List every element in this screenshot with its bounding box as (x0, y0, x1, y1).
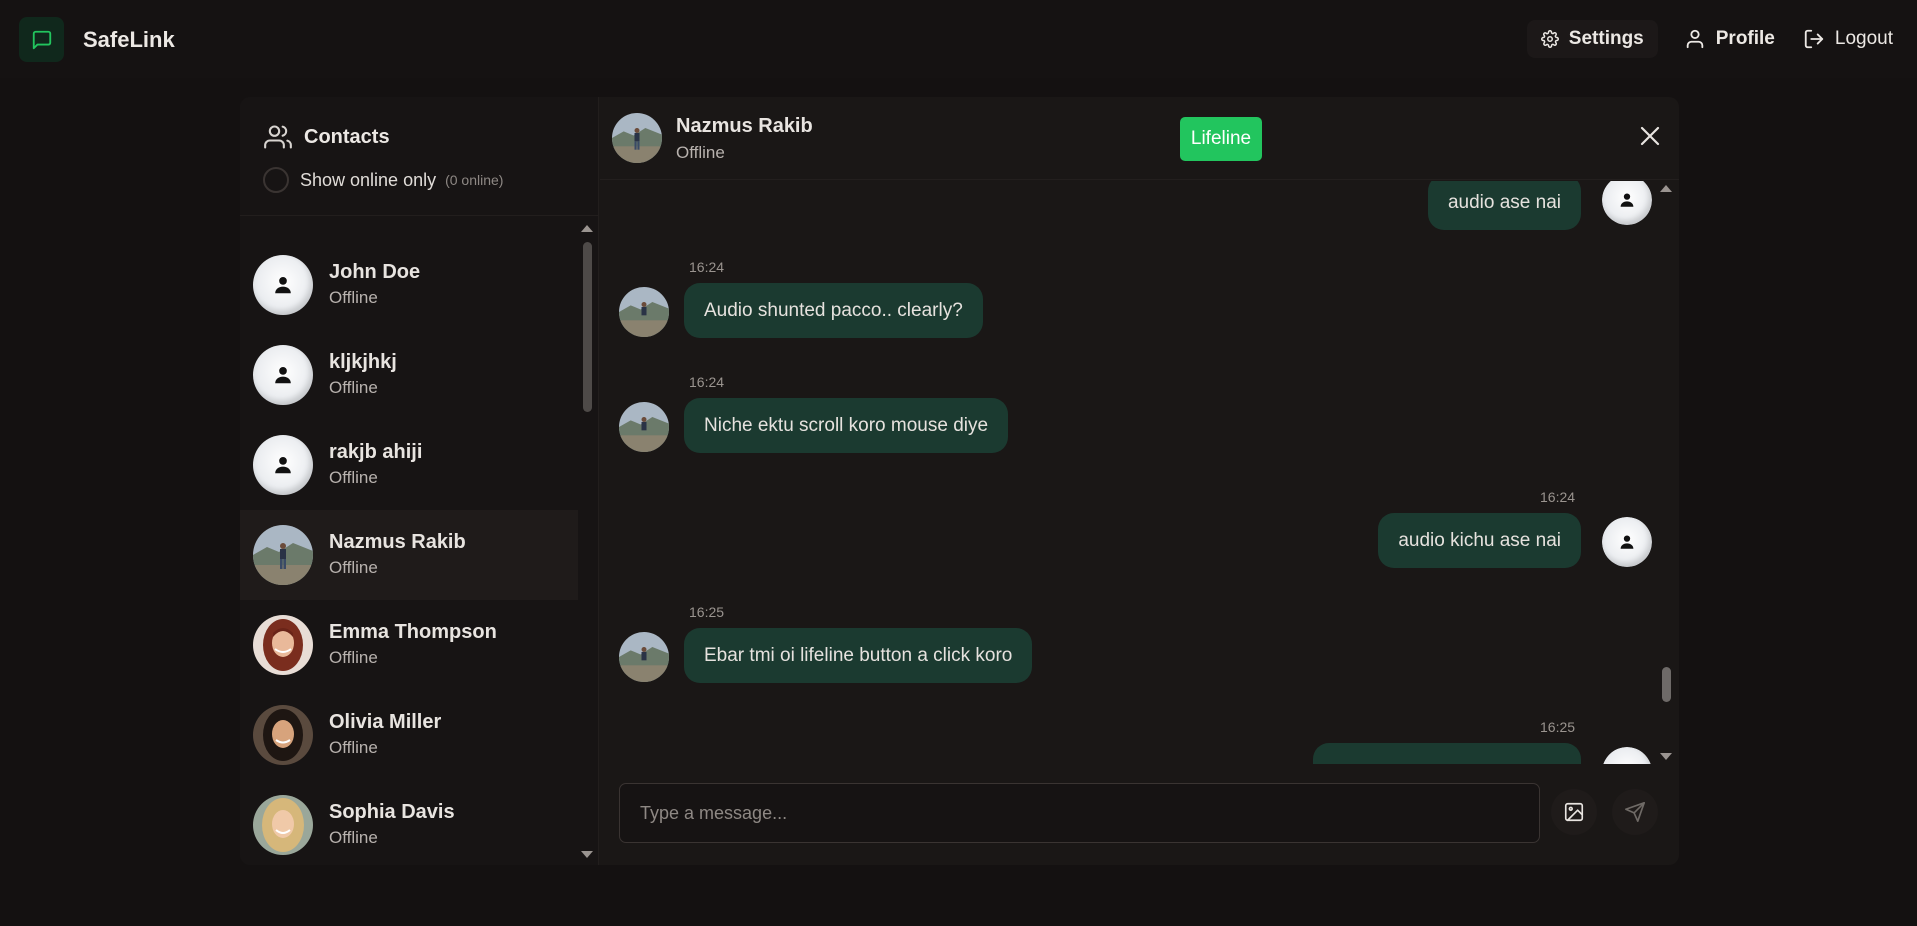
settings-button[interactable]: Settings (1526, 20, 1658, 58)
message-list: audio ase nai 16:24 Audio shunted pacco.… (600, 181, 1679, 764)
person-icon (275, 277, 291, 294)
send-button[interactable] (1612, 789, 1658, 835)
lifeline-button[interactable]: Lifeline (1180, 117, 1262, 161)
divider (240, 215, 599, 216)
contacts-scrollbar-thumb[interactable] (583, 242, 592, 412)
message-bubble-incoming: Ebar tmi oi lifeline button a click koro (684, 628, 1033, 683)
contact-item[interactable]: rakjb ahiji Offline (240, 420, 578, 510)
main-panel: Contacts Show online only (0 online) Joh… (240, 97, 1679, 865)
contacts-scroll-down-arrow[interactable] (581, 851, 593, 858)
chat-contact-status: Offline (676, 143, 725, 162)
message-time: 16:24 (689, 374, 725, 390)
contact-item[interactable]: John Doe Offline (240, 240, 578, 330)
contact-avatar (619, 632, 669, 682)
person-icon (1620, 193, 1634, 207)
user-icon (1686, 29, 1703, 49)
message-bubble-incoming: Audio shunted pacco.. clearly? (684, 283, 983, 338)
app-name: SafeLink (83, 26, 175, 52)
top-navigation-bar: SafeLink Settings Profile Logout (0, 0, 1917, 78)
contact-status: Offline (329, 378, 378, 397)
contact-item[interactable]: Olivia Miller Offline (240, 690, 578, 780)
person-icon (275, 367, 291, 384)
contact-name: rakjb ahiji (329, 441, 423, 463)
contacts-header: Contacts (264, 123, 390, 151)
contacts-sidebar: Contacts Show online only (0 online) Joh… (240, 97, 599, 865)
default-avatar (253, 435, 313, 495)
close-chat-button[interactable] (1638, 124, 1662, 153)
profile-button[interactable]: Profile (1670, 20, 1789, 58)
contact-status: Offline (329, 738, 378, 757)
contacts-scroll-up-arrow[interactable] (581, 225, 593, 232)
chat-scrollbar-thumb[interactable] (1662, 667, 1671, 702)
person-icon (275, 457, 291, 474)
own-avatar (1602, 181, 1652, 225)
contact-status: Offline (329, 288, 378, 307)
logout-label: Logout (1834, 28, 1893, 49)
profile-label: Profile (1715, 28, 1775, 49)
online-only-label: Show online only (300, 169, 437, 190)
chat-scroll-up-arrow[interactable] (1660, 185, 1672, 192)
users-icon (264, 125, 292, 149)
contact-name: Sophia Davis (329, 801, 455, 823)
brand[interactable]: SafeLink (19, 17, 175, 62)
photo-avatar (253, 615, 313, 675)
message-bubble-outgoing: audio ase nai (1427, 181, 1581, 230)
send-icon (1625, 802, 1645, 822)
message-input[interactable] (619, 783, 1540, 843)
close-icon (1640, 126, 1660, 146)
message-time: 16:25 (1540, 719, 1576, 735)
logout-button[interactable]: Logout (1789, 20, 1907, 58)
contact-name: kljkjhkj (329, 351, 397, 373)
message-bubble-outgoing: audio kichu ase nai (1378, 513, 1581, 568)
message-time: 16:24 (689, 259, 725, 275)
contact-status: Offline (329, 648, 378, 667)
image-icon (1564, 802, 1584, 822)
person-icon (1620, 535, 1634, 549)
chat-area: Nazmus Rakib Offline Lifeline audio ase … (600, 97, 1679, 865)
own-avatar (1602, 747, 1652, 764)
online-only-checkbox[interactable] (263, 167, 289, 193)
own-avatar (1602, 517, 1652, 567)
message-bubble-incoming: Niche ektu scroll koro mouse diye (684, 398, 1009, 453)
chat-header: Nazmus Rakib Offline Lifeline (600, 97, 1679, 180)
gear-icon (1540, 30, 1559, 48)
contact-item-active[interactable]: Nazmus Rakib Offline (240, 510, 578, 600)
message-composer (600, 765, 1679, 865)
nav-actions: Settings Profile Logout (1526, 20, 1907, 58)
contact-status: Offline (329, 468, 378, 487)
logout-icon (1804, 29, 1824, 49)
settings-label: Settings (1568, 28, 1644, 49)
contact-name: John Doe (329, 261, 421, 283)
contact-avatar (619, 402, 669, 452)
chat-contact-avatar[interactable] (612, 113, 662, 163)
contact-name: Olivia Miller (329, 711, 442, 733)
contact-status: Offline (329, 558, 378, 577)
contact-item[interactable]: Emma Thompson Offline (240, 600, 578, 690)
contact-item[interactable]: Sophia Davis Offline (240, 780, 578, 865)
default-avatar (253, 255, 313, 315)
message-time: 16:25 (689, 604, 725, 620)
contact-item[interactable]: kljkjhkj Offline (240, 330, 578, 420)
chat-bubble-icon (19, 17, 64, 62)
landscape-avatar (253, 525, 313, 585)
attach-image-button[interactable] (1551, 789, 1597, 835)
chat-scroll-down-arrow[interactable] (1660, 753, 1672, 760)
default-avatar (253, 345, 313, 405)
contacts-title: Contacts (304, 125, 390, 148)
contact-list: John Doe Offline kljkjhkj Offline rakjb … (240, 240, 578, 865)
online-only-toggle[interactable]: Show online only (0 online) (263, 167, 503, 193)
contact-name: Nazmus Rakib (329, 531, 466, 553)
contact-avatar (619, 287, 669, 337)
photo-avatar (253, 795, 313, 855)
chat-contact-name: Nazmus Rakib (676, 115, 813, 137)
contact-name: Emma Thompson (329, 621, 497, 643)
online-count: (0 online) (445, 172, 504, 188)
contact-status: Offline (329, 828, 378, 847)
message-time: 16:24 (1540, 489, 1576, 505)
message-bubble-outgoing (1313, 743, 1581, 764)
photo-avatar (253, 705, 313, 765)
